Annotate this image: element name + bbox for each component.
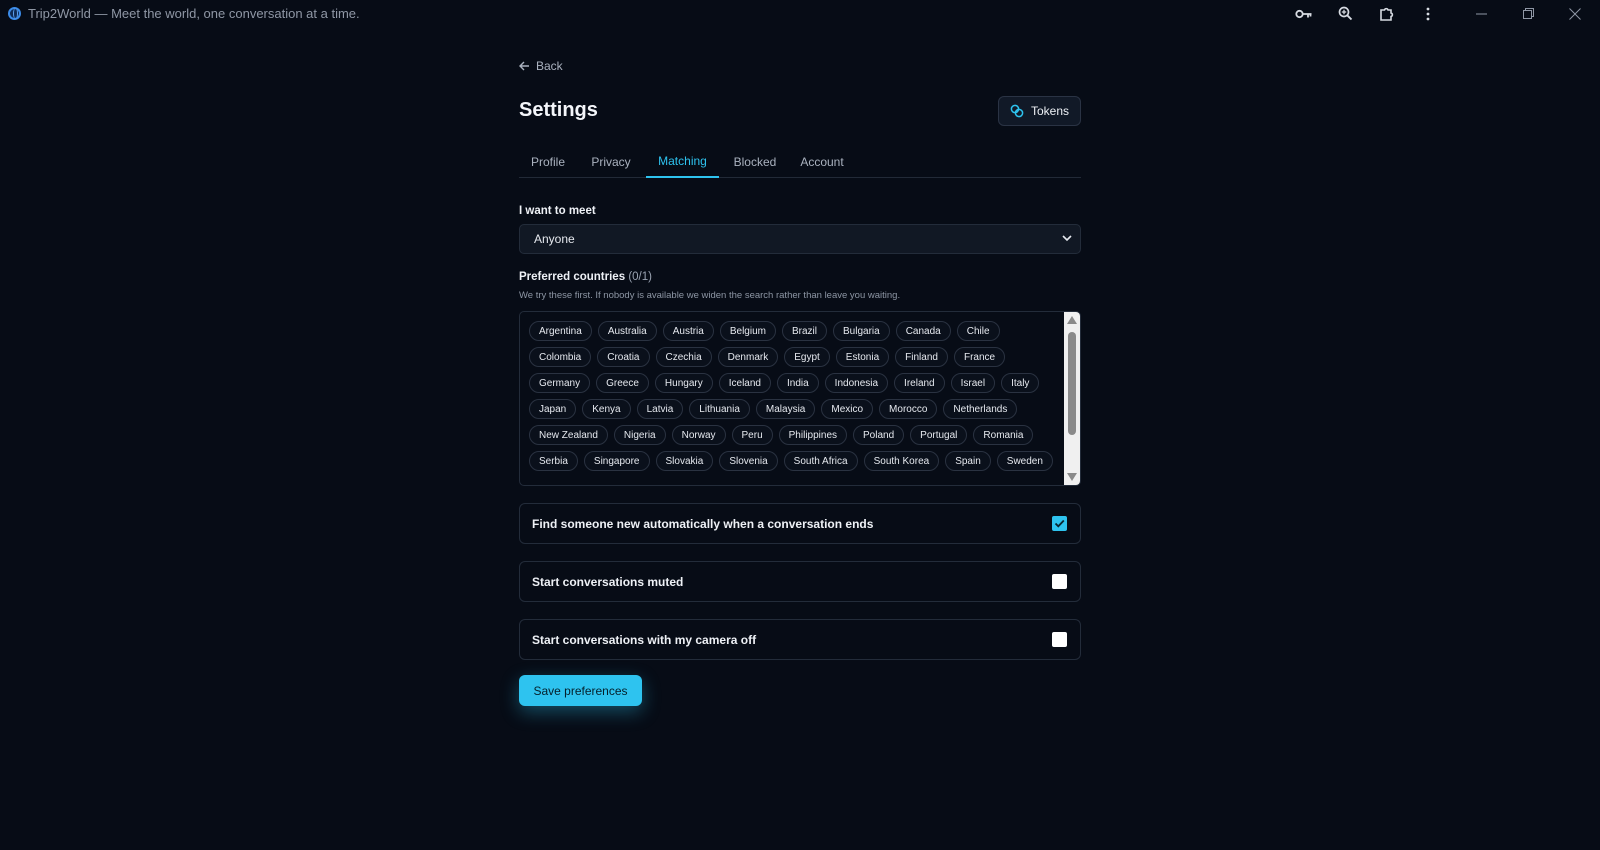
country-chip[interactable]: Canada	[895, 321, 951, 341]
country-chip[interactable]: Serbia	[529, 451, 578, 471]
back-label: Back	[536, 59, 563, 73]
start-muted-toggle-row[interactable]: Start conversations muted	[519, 561, 1081, 602]
start-muted-checkbox[interactable]	[1052, 574, 1067, 589]
country-chip[interactable]: Germany	[529, 373, 591, 393]
tokens-label: Tokens	[1030, 104, 1070, 118]
key-icon[interactable]	[1284, 0, 1324, 27]
settings-tabs: Profile Privacy Matching Blocked Account	[519, 146, 1081, 178]
country-chip[interactable]: Slovakia	[655, 451, 714, 471]
country-chip-list: Argentina Australia Austria Belgium Brazil Bu…	[529, 321, 1054, 471]
country-chip[interactable]: Czechia	[655, 347, 712, 367]
country-chip[interactable]: Indonesia	[824, 373, 889, 393]
auto-next-toggle-row[interactable]: Find someone new automatically when a co…	[519, 503, 1081, 544]
country-chip[interactable]: Israel	[950, 373, 996, 393]
page-title: Settings	[519, 99, 598, 121]
country-chip[interactable]: Spain	[945, 451, 991, 471]
country-chip[interactable]: Colombia	[529, 347, 592, 367]
country-chip[interactable]: Singapore	[583, 451, 650, 471]
chevron-down-icon	[1062, 235, 1072, 242]
country-chip[interactable]: Ireland	[894, 373, 945, 393]
auto-next-label: Find someone new automatically when a co…	[532, 516, 874, 531]
extension-icon[interactable]	[1367, 0, 1407, 27]
tokens-button[interactable]: Tokens	[998, 96, 1081, 126]
country-chip[interactable]: Sweden	[996, 451, 1053, 471]
country-chip[interactable]: Kenya	[582, 399, 631, 419]
country-scrollbar[interactable]	[1064, 312, 1080, 485]
country-chip[interactable]: Malaysia	[755, 399, 816, 419]
country-chip[interactable]: Estonia	[835, 347, 890, 367]
country-chip[interactable]: Belgium	[719, 321, 776, 341]
country-picker[interactable]: Argentina Australia Austria Belgium Brazil Bu…	[519, 311, 1081, 486]
country-chip[interactable]: Philippines	[778, 425, 848, 445]
check-icon	[1054, 519, 1065, 528]
more-vert-icon[interactable]	[1408, 0, 1448, 27]
country-chip[interactable]: Greece	[596, 373, 649, 393]
country-chip[interactable]: Japan	[529, 399, 577, 419]
tab-profile[interactable]: Profile	[519, 146, 577, 178]
country-chip[interactable]: Italy	[1001, 373, 1040, 393]
country-chip[interactable]: Austria	[662, 321, 714, 341]
scroll-thumb[interactable]	[1068, 332, 1076, 435]
window-titlebar: Trip2World — Meet the world, one convers…	[0, 0, 1600, 27]
tab-privacy[interactable]: Privacy	[582, 146, 640, 178]
meet-select[interactable]: Anyone	[519, 224, 1081, 254]
country-chip[interactable]: Bulgaria	[833, 321, 890, 341]
country-chip[interactable]: Argentina	[529, 321, 592, 341]
country-chip[interactable]: Morocco	[879, 399, 938, 419]
tab-blocked[interactable]: Blocked	[726, 146, 784, 178]
country-chip[interactable]: Croatia	[597, 347, 650, 367]
country-chip[interactable]: Australia	[597, 321, 657, 341]
tokens-icon	[1010, 104, 1024, 118]
tab-account[interactable]: Account	[790, 146, 854, 178]
country-chip[interactable]: Netherlands	[943, 399, 1018, 419]
restore-icon[interactable]	[1508, 0, 1548, 27]
country-chip[interactable]: India	[776, 373, 819, 393]
arrow-left-icon	[519, 61, 529, 71]
country-chip[interactable]: Romania	[973, 425, 1034, 445]
country-chip[interactable]: Hungary	[654, 373, 713, 393]
country-chip[interactable]: Chile	[956, 321, 1000, 341]
country-chip[interactable]: Portugal	[910, 425, 968, 445]
start-muted-label: Start conversations muted	[532, 574, 684, 589]
country-chip[interactable]: Nigeria	[613, 425, 666, 445]
country-chip[interactable]: Mexico	[821, 399, 874, 419]
save-preferences-label: Save preferences	[533, 683, 628, 698]
countries-label-text: Preferred countries	[519, 271, 626, 283]
countries-label: Preferred countries (0/1)	[519, 271, 652, 283]
countries-helper-text: We try these first. If nobody is availab…	[519, 290, 901, 301]
country-chip[interactable]: Brazil	[781, 321, 827, 341]
window-title: Trip2World — Meet the world, one convers…	[28, 6, 360, 21]
country-chip[interactable]: South Korea	[863, 451, 940, 471]
minimize-icon[interactable]	[1461, 0, 1501, 27]
save-preferences-button[interactable]: Save preferences	[519, 675, 642, 706]
scroll-down-icon[interactable]	[1067, 473, 1077, 481]
country-chip[interactable]: South Africa	[783, 451, 858, 471]
country-chip[interactable]: Iceland	[718, 373, 771, 393]
auto-next-checkbox[interactable]	[1052, 516, 1067, 531]
country-chip[interactable]: Denmark	[717, 347, 779, 367]
country-chip[interactable]: Poland	[853, 425, 905, 445]
country-chip[interactable]: Peru	[731, 425, 773, 445]
globe-app-icon	[8, 7, 21, 20]
country-chip[interactable]: New Zealand	[529, 425, 608, 445]
scroll-up-icon[interactable]	[1067, 316, 1077, 324]
close-icon[interactable]	[1555, 0, 1595, 27]
back-link[interactable]: Back	[519, 58, 563, 74]
camera-off-label: Start conversations with my camera off	[532, 632, 757, 647]
country-chip[interactable]: Slovenia	[719, 451, 778, 471]
country-chip[interactable]: Norway	[671, 425, 726, 445]
countries-count: (0/1)	[628, 271, 652, 283]
country-chip[interactable]: Latvia	[636, 399, 684, 419]
country-chip[interactable]: France	[953, 347, 1006, 367]
meet-selected-value: Anyone	[534, 232, 575, 246]
country-chip[interactable]: Lithuania	[689, 399, 750, 419]
tab-matching[interactable]: Matching	[646, 146, 719, 178]
country-chip[interactable]: Finland	[895, 347, 948, 367]
camera-off-checkbox[interactable]	[1052, 632, 1067, 647]
meet-label: I want to meet	[519, 205, 596, 217]
country-chip[interactable]: Egypt	[784, 347, 830, 367]
zoom-icon[interactable]	[1325, 0, 1365, 27]
camera-off-toggle-row[interactable]: Start conversations with my camera off	[519, 619, 1081, 660]
